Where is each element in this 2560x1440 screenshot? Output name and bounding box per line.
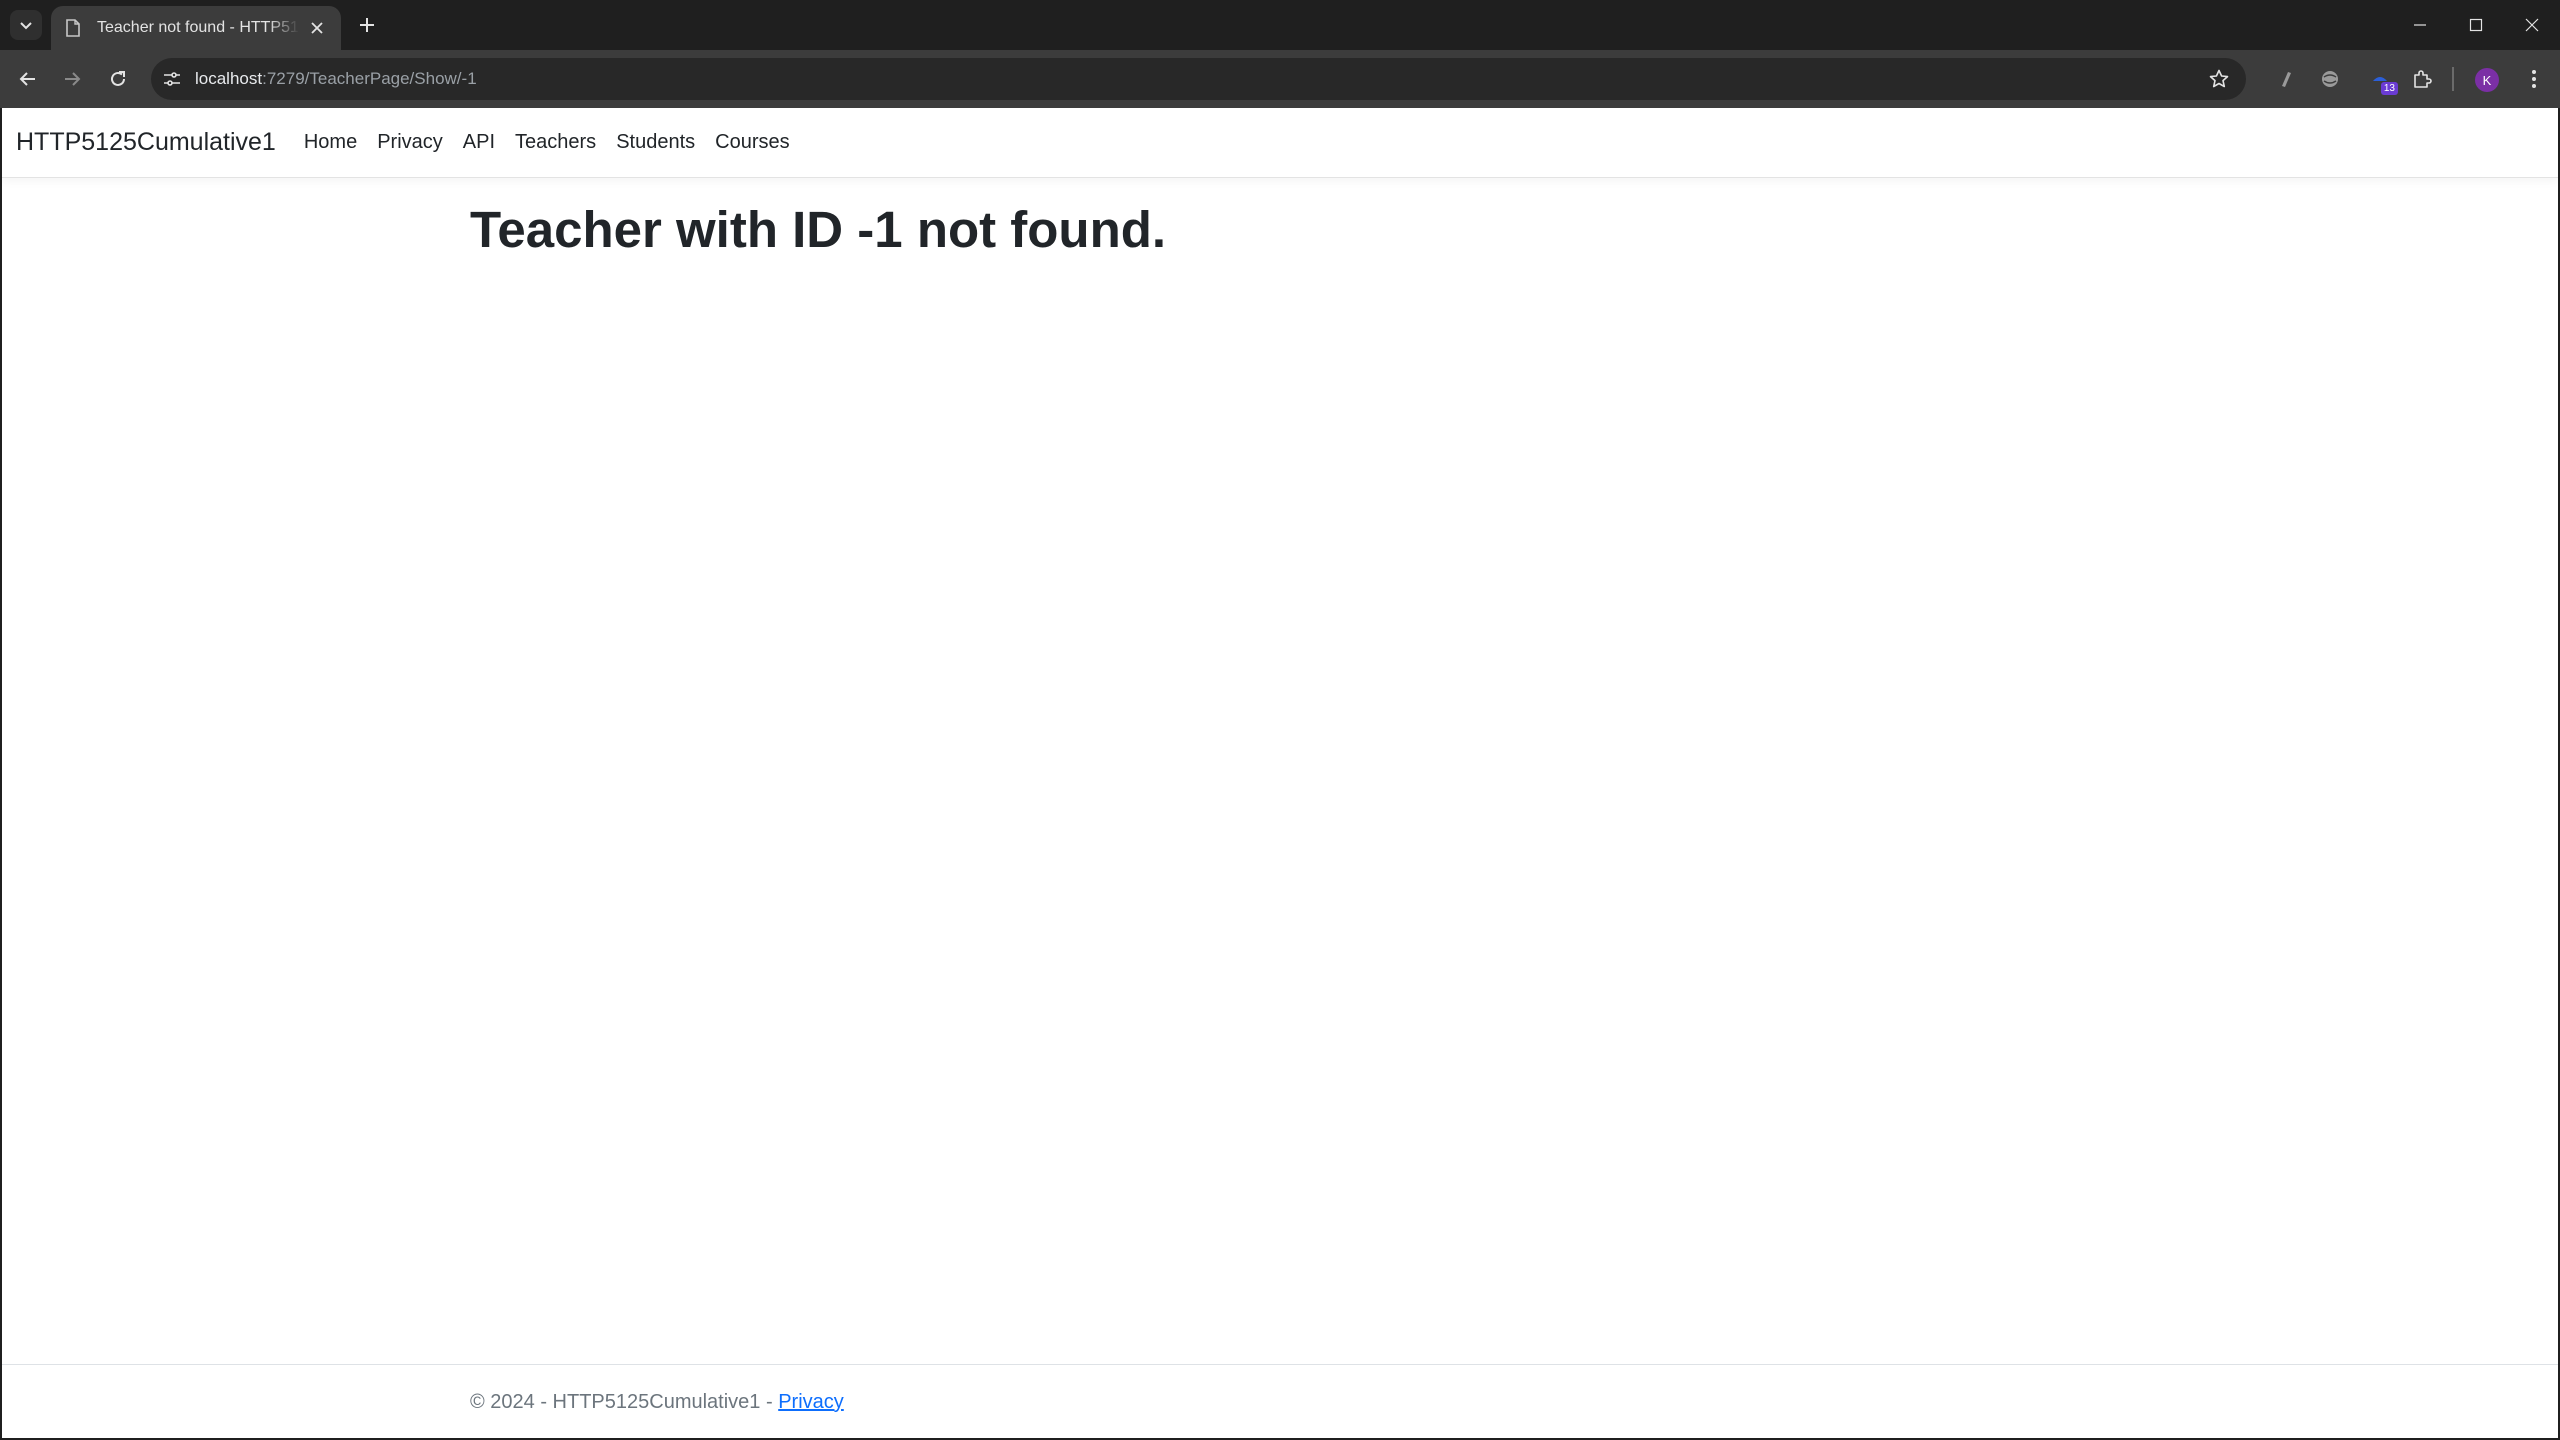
extension-badge: 13 — [2380, 82, 2398, 95]
page-favicon-icon — [63, 18, 83, 38]
minimize-button[interactable] — [2392, 0, 2448, 50]
site-footer: © 2024 - HTTP5125Cumulative1 - Privacy — [2, 1364, 2558, 1438]
nav-link-privacy[interactable]: Privacy — [367, 131, 453, 154]
extensions-puzzle-icon — [2414, 70, 2432, 88]
back-arrow-icon — [19, 72, 35, 86]
site-info-icon — [164, 72, 180, 86]
tab-search-icon — [20, 22, 32, 30]
reload-icon — [111, 71, 125, 86]
navbar-links: Home Privacy API Teachers Students Cours… — [294, 131, 800, 154]
footer-privacy-link[interactable]: Privacy — [778, 1391, 844, 1413]
nav-link-teachers[interactable]: Teachers — [505, 131, 606, 154]
chrome-menu-button[interactable] — [2518, 63, 2550, 95]
browser-toolbar: localhost:7279/TeacherPage/Show/-1 13 — [0, 50, 2560, 108]
close-window-button[interactable] — [2504, 0, 2560, 50]
navbar-brand[interactable]: HTTP5125Cumulative1 — [16, 128, 276, 157]
footer-copyright: © 2024 - HTTP5125Cumulative1 - — [470, 1391, 779, 1413]
url-host: localhost — [195, 69, 263, 88]
plus-icon — [360, 18, 374, 32]
nav-link-home[interactable]: Home — [294, 131, 367, 154]
profile-avatar[interactable]: K — [2475, 68, 2499, 92]
url-text: localhost:7279/TeacherPage/Show/-1 — [195, 69, 477, 89]
back-button[interactable] — [12, 63, 44, 95]
minimize-icon — [2414, 24, 2426, 26]
active-tab[interactable]: Teacher not found - HTTP5125Cumulative1 — [51, 6, 341, 50]
nav-link-api[interactable]: API — [453, 131, 505, 154]
page-title: Teacher with ID -1 not found. — [470, 201, 1167, 258]
forward-button[interactable] — [56, 63, 88, 95]
close-icon — [311, 22, 323, 34]
more-vertical-icon — [2532, 70, 2536, 88]
tab-strip: Teacher not found - HTTP5125Cumulative1 — [0, 0, 2560, 50]
window-controls — [2392, 0, 2560, 50]
extension-button-1[interactable] — [2270, 63, 2302, 95]
extensions-menu-button[interactable] — [2406, 63, 2438, 95]
nav-link-students[interactable]: Students — [606, 131, 705, 154]
tab-title: Teacher not found - HTTP5125Cumulative1 — [97, 19, 299, 36]
nav-link-courses[interactable]: Courses — [705, 131, 799, 154]
site-navbar: HTTP5125Cumulative1 Home Privacy API Tea… — [2, 108, 2558, 178]
tab-search-button[interactable] — [10, 10, 42, 40]
extension-icon — [2282, 72, 2291, 87]
extension-button-2[interactable] — [2314, 63, 2346, 95]
url-path: :7279/TeacherPage/Show/-1 — [262, 69, 477, 88]
footer-text: © 2024 - HTTP5125Cumulative1 - Privacy — [470, 1391, 844, 1414]
toolbar-divider — [2452, 67, 2454, 91]
star-icon — [2209, 69, 2229, 88]
page-viewport: HTTP5125Cumulative1 Home Privacy API Tea… — [2, 108, 2558, 1438]
window-close-icon — [2525, 18, 2539, 32]
tab-close-button[interactable] — [305, 16, 329, 40]
address-bar[interactable]: localhost:7279/TeacherPage/Show/-1 — [151, 58, 2246, 100]
forward-arrow-icon — [65, 72, 81, 86]
bookmark-star-button[interactable] — [2206, 66, 2232, 92]
extension-icon — [2322, 71, 2338, 87]
reload-button[interactable] — [102, 63, 134, 95]
site-info-button[interactable] — [157, 64, 187, 94]
new-tab-button[interactable] — [352, 10, 382, 40]
maximize-button[interactable] — [2448, 0, 2504, 50]
extension-button-3[interactable]: 13 — [2364, 63, 2398, 95]
maximize-icon — [2469, 18, 2483, 32]
